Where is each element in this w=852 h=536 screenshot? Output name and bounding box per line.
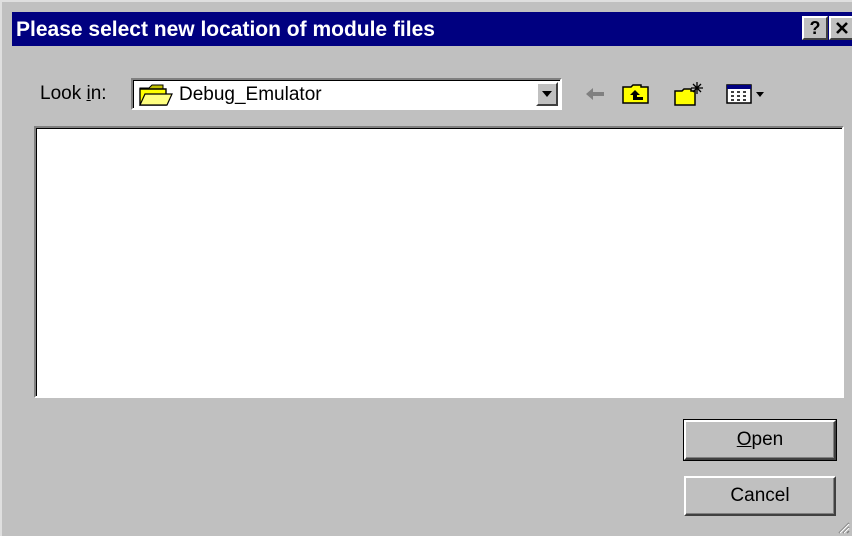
help-button[interactable]: ? [802, 16, 828, 40]
close-icon [836, 22, 848, 34]
title-bar[interactable]: Please select new location of module fil… [12, 12, 852, 46]
look-in-combobox[interactable]: Debug_Emulator [131, 78, 562, 110]
look-in-dropdown-button[interactable] [536, 82, 558, 106]
new-folder-icon [674, 82, 703, 106]
view-menu-icon [726, 84, 764, 104]
dialog-title: Please select new location of module fil… [16, 18, 435, 41]
up-one-level-icon [622, 84, 649, 104]
cancel-button[interactable]: Cancel [684, 476, 836, 516]
back-arrow-icon [586, 88, 604, 100]
resize-grip-icon[interactable] [836, 520, 850, 534]
close-button[interactable] [829, 16, 852, 40]
view-menu-button[interactable] [726, 80, 768, 108]
folder-icon [139, 84, 173, 112]
look-in-label: Look in: [40, 83, 107, 104]
dropdown-arrow-icon [542, 91, 552, 97]
back-button[interactable] [584, 80, 606, 108]
file-open-dialog: Please select new location of module fil… [0, 0, 852, 536]
open-button[interactable]: Open [683, 419, 837, 461]
current-folder-value: Debug_Emulator [179, 84, 322, 105]
new-folder-button[interactable] [673, 80, 705, 108]
file-list[interactable] [34, 126, 844, 398]
up-one-level-button[interactable] [621, 80, 651, 108]
